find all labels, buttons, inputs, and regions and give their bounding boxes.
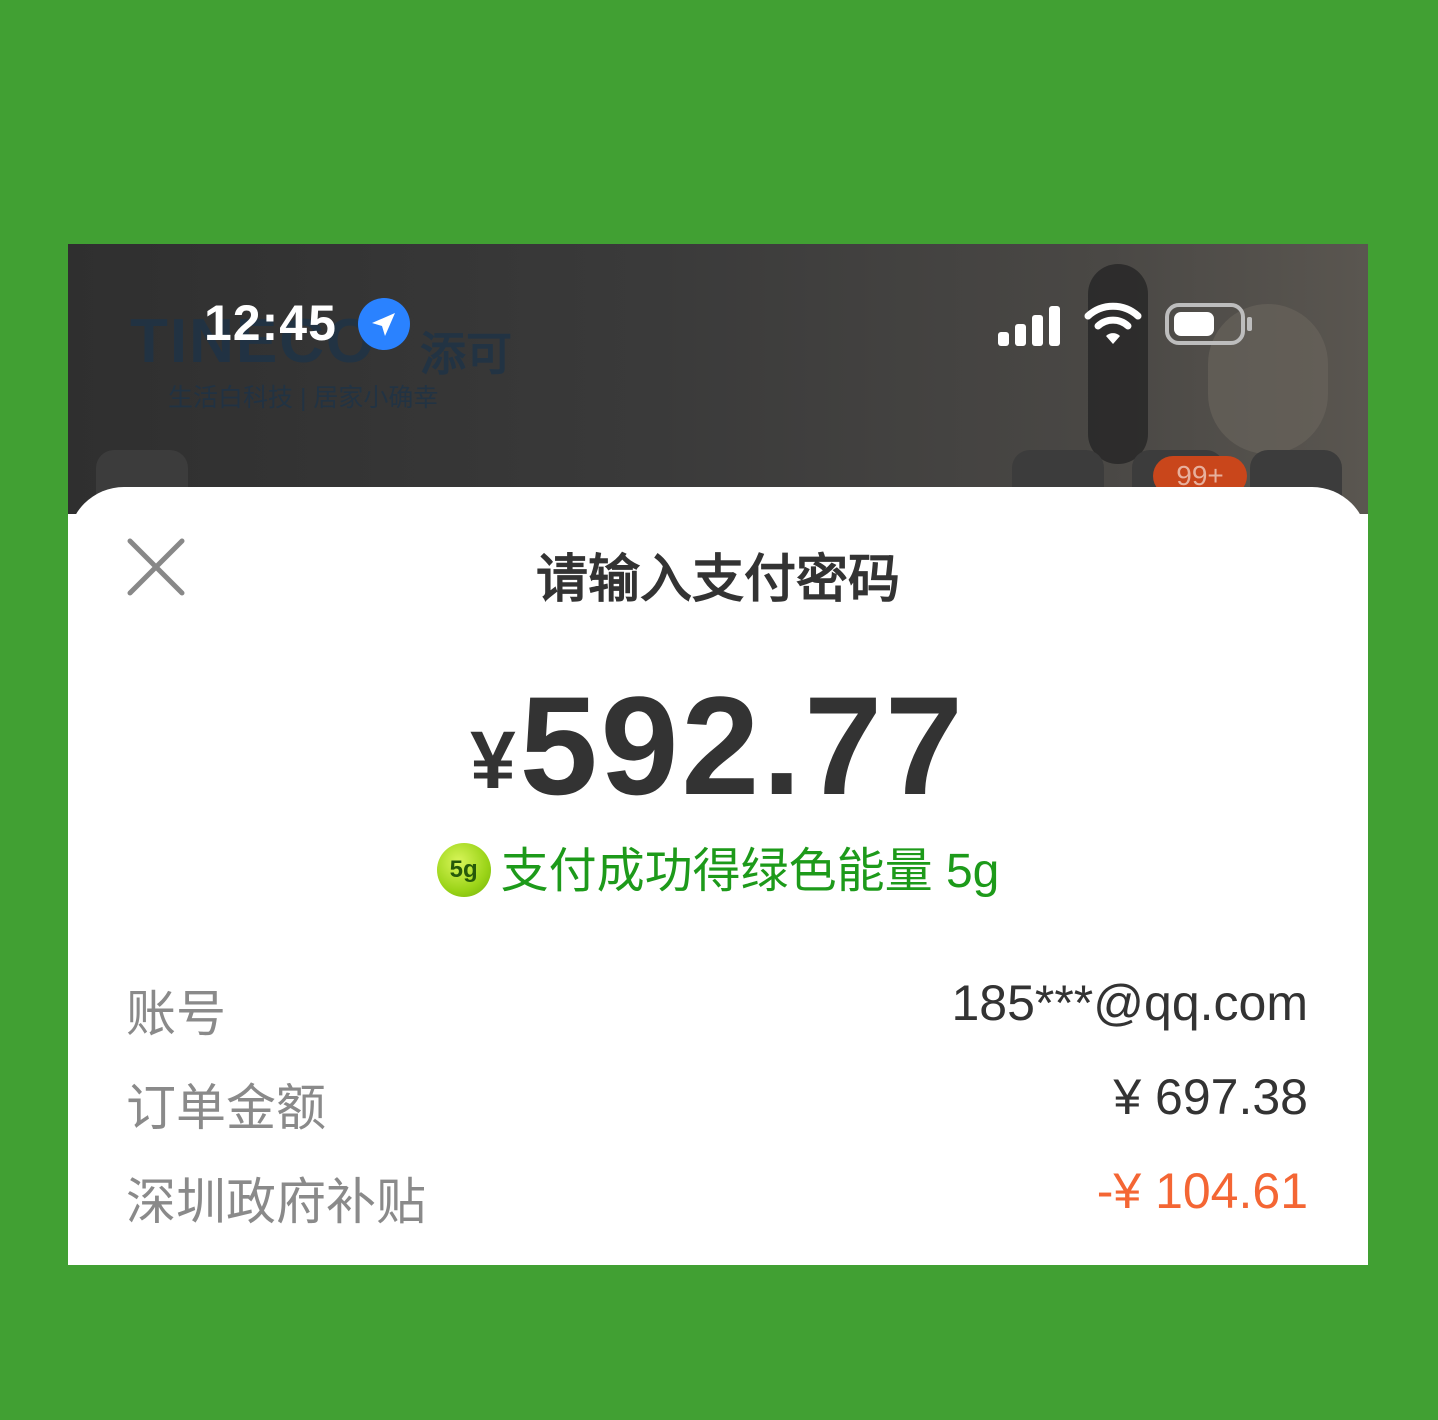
phone-screen: TINECO 添可 生活白科技 | 居家小确幸 99+ 12:45 请输入支付密… <box>68 244 1368 1265</box>
subsidy-value: -¥ 104.61 <box>1096 1163 1308 1219</box>
brand-slogan: 生活白科技 | 居家小确幸 <box>168 384 439 412</box>
green-energy-icon: 5g <box>436 843 491 898</box>
green-energy-promo: 5g 支付成功得绿色能量 5g <box>68 831 1368 901</box>
payment-sheet: 请输入支付密码 ¥592.77 5g 支付成功得绿色能量 5g 账号 185***… <box>68 487 1368 1265</box>
account-row: 账号 185***@qq.com <box>126 974 1308 1044</box>
cellular-signal-icon <box>998 304 1068 346</box>
brand-logo-cn: 添可 <box>420 328 512 380</box>
battery-icon <box>1164 302 1256 346</box>
location-arrow-icon <box>358 298 410 350</box>
currency-symbol: ¥ <box>470 715 516 806</box>
background-app: TINECO 添可 生活白科技 | 居家小确幸 99+ <box>68 244 1368 520</box>
order-amount-row: 订单金额 ¥ 697.38 <box>126 1068 1308 1138</box>
order-amount-value: ¥ 697.38 <box>1113 1069 1308 1125</box>
account-value: 185***@qq.com <box>951 975 1308 1031</box>
status-time: 12:45 <box>204 295 337 351</box>
subsidy-label: 深圳政府补贴 <box>126 1174 426 1230</box>
account-label: 账号 <box>126 986 226 1042</box>
wifi-icon <box>1084 300 1142 346</box>
green-energy-text: 支付成功得绿色能量 5g <box>500 845 1000 898</box>
subsidy-row: 深圳政府补贴 -¥ 104.61 <box>126 1162 1308 1232</box>
sheet-title: 请输入支付密码 <box>535 551 900 609</box>
order-amount-label: 订单金额 <box>126 1080 326 1136</box>
amount-value: 592.77 <box>519 667 966 824</box>
product-image <box>1088 264 1148 464</box>
payment-amount: ¥592.77 <box>68 665 1368 827</box>
